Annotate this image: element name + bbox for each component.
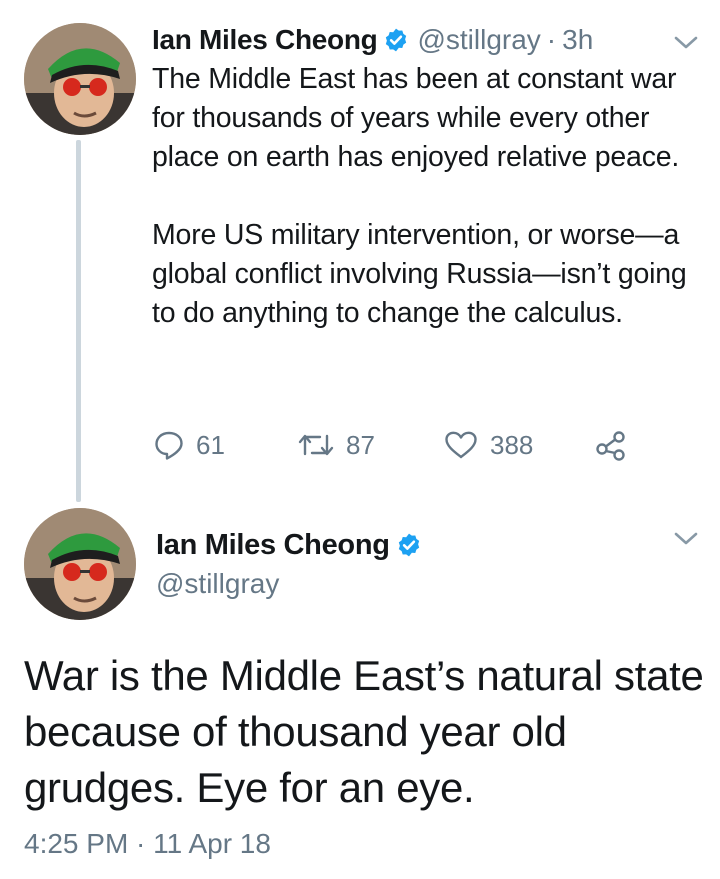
verified-badge-icon (383, 27, 409, 53)
author-name[interactable]: Ian Miles Cheong (156, 529, 390, 562)
avatar[interactable] (24, 508, 136, 620)
retweet-button[interactable]: 87 (298, 423, 375, 467)
tweet-timestamp[interactable]: 4:25 PM · 11 Apr 18 (24, 828, 271, 860)
separator: · (546, 24, 557, 55)
chevron-down-icon[interactable] (671, 529, 701, 549)
heart-icon (444, 430, 478, 460)
like-count: 388 (490, 429, 534, 460)
tweet-text: War is the Middle East’s natural state b… (24, 652, 704, 811)
retweet-icon (298, 430, 334, 460)
retweet-count: 87 (346, 429, 375, 460)
author-name[interactable]: Ian Miles Cheong (152, 24, 378, 56)
tweet-paragraph: The Middle East has been at constant war… (152, 63, 680, 173)
author-row: Ian Miles Cheong (156, 526, 430, 564)
tweet-age[interactable]: 3h (562, 24, 593, 56)
tweet-text: The Middle East has been at constant war… (152, 60, 700, 333)
reply-icon (154, 430, 184, 460)
tweet-header: Ian Miles Cheong @stillgray · 3h (152, 20, 593, 60)
like-button[interactable]: 388 (444, 423, 533, 467)
author-handle[interactable]: @stillgray (156, 568, 279, 600)
thread-connector (76, 140, 81, 502)
tweet-actions: 61 87 388 (152, 423, 652, 467)
author-handle[interactable]: @stillgray (417, 24, 540, 56)
verified-badge-icon (396, 532, 422, 558)
share-icon (594, 428, 628, 462)
chevron-down-icon[interactable] (671, 33, 701, 53)
share-button[interactable] (594, 423, 628, 467)
reply-button[interactable]: 61 (154, 423, 225, 467)
reply-count: 61 (196, 429, 225, 460)
tweet-paragraph: More US military intervention, or worse—… (152, 219, 687, 329)
avatar[interactable] (24, 23, 136, 135)
